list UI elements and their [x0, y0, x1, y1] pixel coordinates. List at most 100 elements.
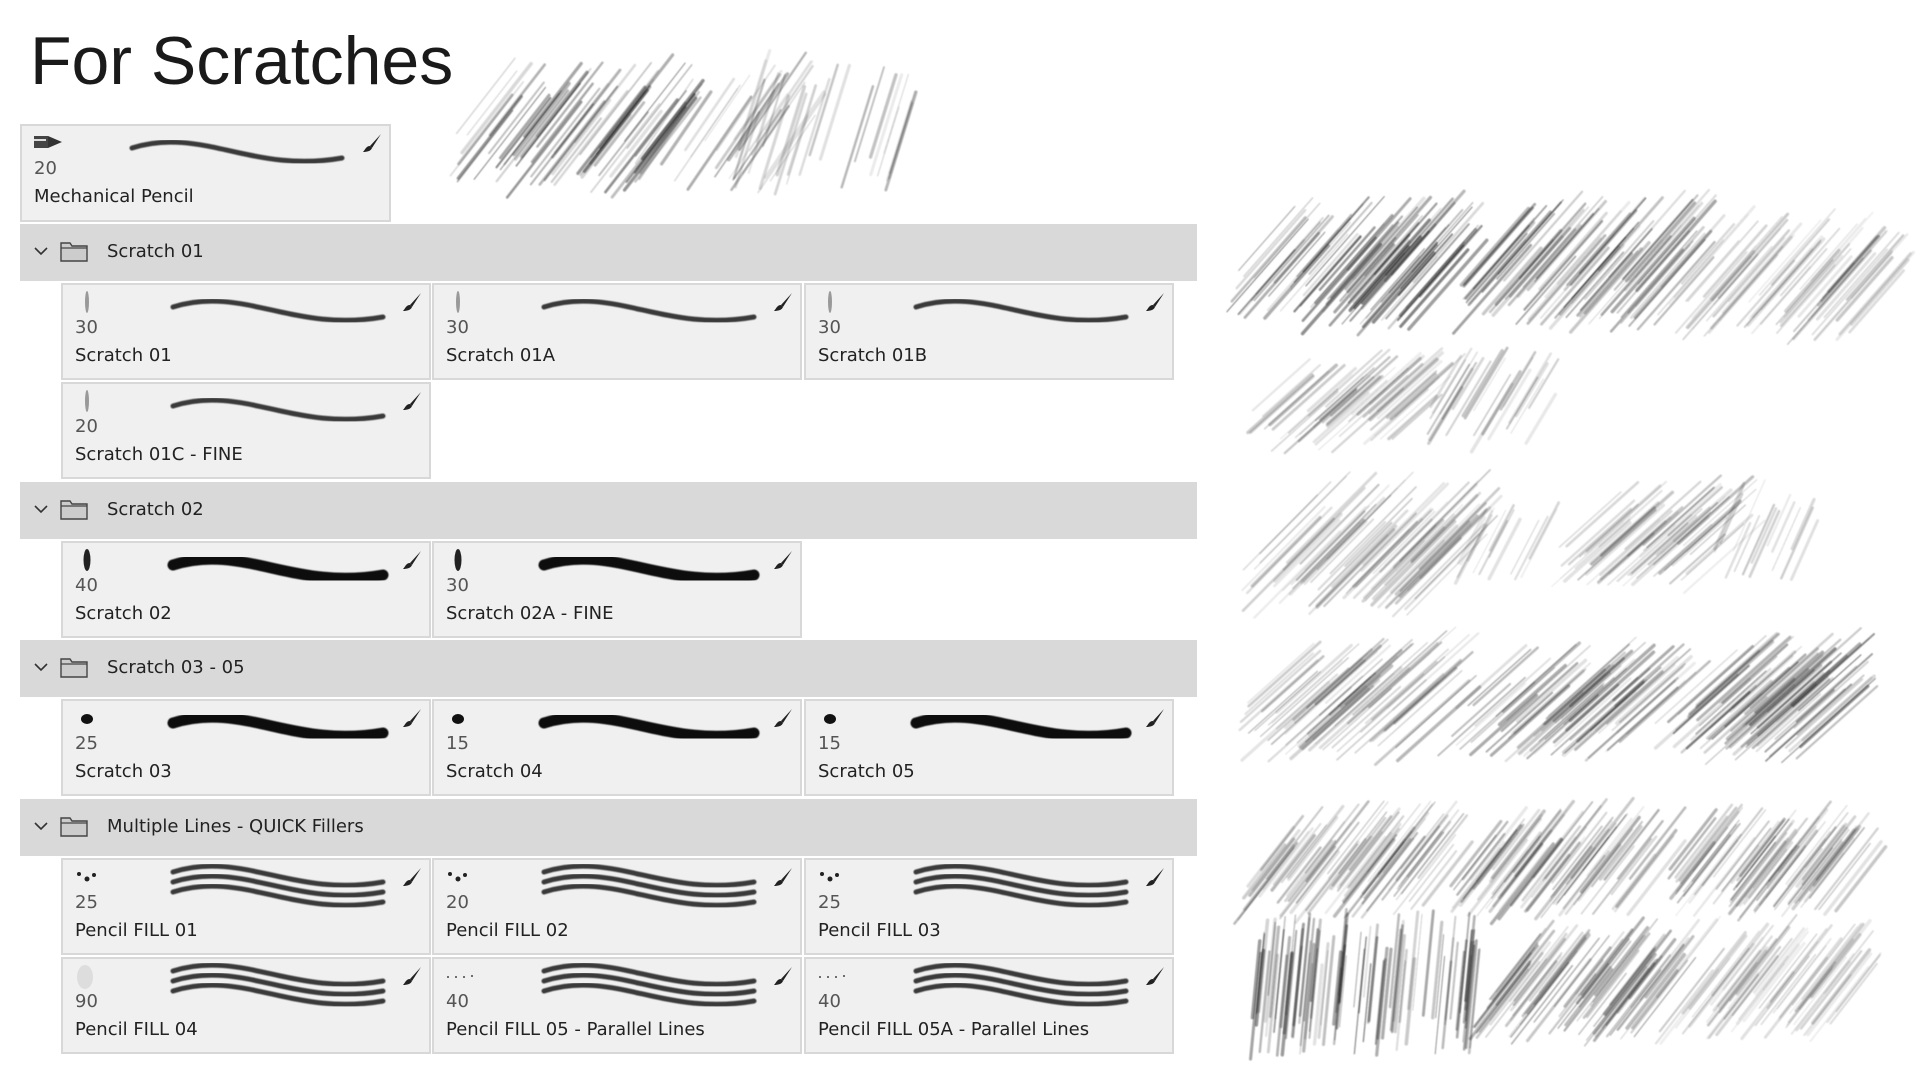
hatch-sample [1233, 800, 1474, 925]
brush-card[interactable]: 30 Scratch 01 [61, 283, 431, 380]
brush-tip-icon [73, 547, 109, 575]
stroke-preview [524, 705, 794, 755]
folder-icon [60, 240, 88, 262]
brush-card[interactable]: 20 Scratch 01C - FINE [61, 382, 431, 479]
stroke-preview [153, 388, 423, 438]
paintbrush-icon[interactable] [772, 707, 794, 729]
brush-card[interactable]: 40 Scratch 02 [61, 541, 431, 638]
brush-size: 20 [446, 892, 469, 913]
brush-tip-icon [816, 963, 852, 991]
brush-name: Pencil FILL 01 [75, 920, 198, 941]
brush-size: 25 [75, 733, 98, 754]
brush-card[interactable]: 25 Scratch 03 [61, 699, 431, 796]
brush-card[interactable]: 40 Pencil FILL 05 - Parallel Lines [432, 957, 802, 1054]
paintbrush-icon[interactable] [1144, 965, 1166, 987]
stroke-preview [524, 289, 794, 339]
brush-card[interactable]: 25 Pencil FILL 03 [804, 858, 1174, 955]
hatch-sample [1551, 474, 1766, 594]
chevron-down-icon[interactable] [32, 500, 50, 518]
paintbrush-icon[interactable] [401, 390, 423, 412]
brush-size: 40 [818, 991, 841, 1012]
paintbrush-icon[interactable] [361, 132, 383, 154]
brush-size: 30 [818, 317, 841, 338]
brush-group-header[interactable]: Scratch 02 [20, 482, 1197, 539]
brush-tip-icon [816, 705, 852, 733]
stroke-preview [153, 547, 423, 597]
brush-name: Scratch 01C - FINE [75, 444, 243, 465]
brush-card[interactable]: 20 Mechanical Pencil [20, 124, 391, 222]
brush-group-header[interactable]: Scratch 01 [20, 224, 1197, 281]
brush-group-header[interactable]: Multiple Lines - QUICK Fillers [20, 799, 1197, 856]
hatch-sample [1238, 626, 1482, 766]
brush-tip-icon [444, 963, 480, 991]
hatch-sample [1713, 479, 1820, 581]
paintbrush-icon[interactable] [401, 549, 423, 571]
brush-size: 25 [818, 892, 841, 913]
brush-group-header[interactable]: Scratch 03 - 05 [20, 640, 1197, 697]
brush-tip-icon [816, 864, 852, 892]
brush-size: 30 [446, 317, 469, 338]
paintbrush-icon[interactable] [401, 291, 423, 313]
brush-tip-icon [444, 705, 480, 733]
chevron-down-icon[interactable] [32, 242, 50, 260]
stroke-preview [153, 289, 423, 339]
brush-name: Scratch 01 [75, 345, 172, 366]
brush-tip-icon [32, 130, 68, 158]
stroke-preview [112, 130, 382, 180]
brush-name: Pencil FILL 05A - Parallel Lines [818, 1019, 1090, 1040]
paintbrush-icon[interactable] [1144, 707, 1166, 729]
hatch-sample [1667, 800, 1888, 922]
paintbrush-icon[interactable] [772, 866, 794, 888]
hatch-sample [1241, 469, 1503, 619]
group-name: Multiple Lines - QUICK Fillers [107, 816, 364, 837]
brush-tip-icon [444, 547, 480, 575]
paintbrush-icon[interactable] [401, 965, 423, 987]
brush-name: Scratch 05 [818, 761, 915, 782]
brush-card[interactable]: 25 Pencil FILL 01 [61, 858, 431, 955]
brush-card[interactable]: 40 Pencil FILL 05A - Parallel Lines [804, 957, 1174, 1054]
hatch-sample [1449, 796, 1687, 926]
hatch-sample [1426, 346, 1560, 454]
brush-size: 15 [818, 733, 841, 754]
chevron-down-icon[interactable] [32, 817, 50, 835]
brush-name: Scratch 02A - FINE [446, 603, 614, 624]
brush-name: Scratch 01A [446, 345, 556, 366]
brush-name: Pencil FILL 04 [75, 1019, 198, 1040]
brush-card[interactable]: 30 Scratch 01B [804, 283, 1174, 380]
brush-card[interactable]: 90 Pencil FILL 04 [61, 957, 431, 1054]
stroke-preview [524, 962, 794, 1013]
paintbrush-icon[interactable] [401, 866, 423, 888]
brush-name: Scratch 01B [818, 345, 928, 366]
brush-name: Pencil FILL 02 [446, 920, 569, 941]
paintbrush-icon[interactable] [1144, 866, 1166, 888]
paintbrush-icon[interactable] [1144, 291, 1166, 313]
brush-card[interactable]: 15 Scratch 05 [804, 699, 1174, 796]
brush-size: 40 [446, 991, 469, 1012]
brush-name: Scratch 02 [75, 603, 172, 624]
brush-card[interactable]: 20 Pencil FILL 02 [432, 858, 802, 955]
brush-tip-icon [816, 289, 852, 317]
paintbrush-icon[interactable] [772, 965, 794, 987]
hatch-sample [449, 53, 705, 199]
brush-card[interactable]: 15 Scratch 04 [432, 699, 802, 796]
brush-tip-icon [73, 864, 109, 892]
hatch-sample [1437, 636, 1711, 763]
stroke-preview [153, 863, 423, 914]
brush-size: 90 [75, 991, 98, 1012]
group-name: Scratch 03 - 05 [107, 657, 245, 678]
group-name: Scratch 01 [107, 241, 204, 262]
brush-card[interactable]: 30 Scratch 01A [432, 283, 802, 380]
brush-tip-icon [73, 388, 109, 416]
paintbrush-icon[interactable] [772, 291, 794, 313]
brush-name: Pencil FILL 03 [818, 920, 941, 941]
paintbrush-icon[interactable] [772, 549, 794, 571]
brush-card[interactable]: 30 Scratch 02A - FINE [432, 541, 802, 638]
folder-icon [60, 815, 88, 837]
chevron-down-icon[interactable] [32, 658, 50, 676]
hatch-sample [732, 49, 918, 196]
brush-size: 30 [446, 575, 469, 596]
brush-tip-icon [444, 864, 480, 892]
hatch-sample [1653, 627, 1879, 765]
paintbrush-icon[interactable] [401, 707, 423, 729]
stroke-preview [524, 863, 794, 914]
